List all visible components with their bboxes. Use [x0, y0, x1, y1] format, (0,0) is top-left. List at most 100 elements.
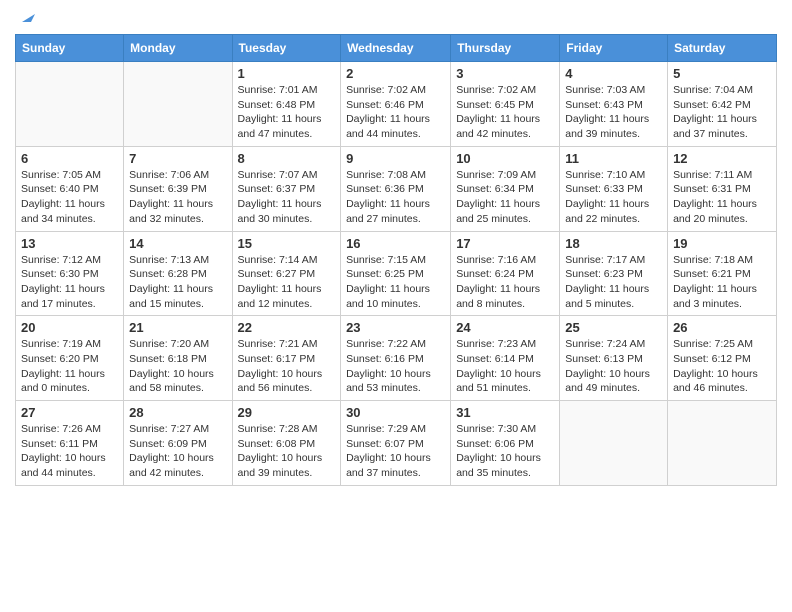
day-info: Sunrise: 7:18 AM Sunset: 6:21 PM Dayligh… [673, 253, 771, 312]
calendar-week-row: 20 Sunrise: 7:19 AM Sunset: 6:20 PM Dayli… [16, 316, 777, 401]
day-number: 5 [673, 66, 771, 81]
day-number: 22 [238, 320, 336, 335]
calendar-cell: 16Sunrise: 7:15 AM Sunset: 6:25 PM Dayli… [341, 231, 451, 316]
calendar-header-row: SundayMondayTuesdayWednesdayThursdayFrid… [16, 35, 777, 62]
calendar-cell: 19Sunrise: 7:18 AM Sunset: 6:21 PM Dayli… [668, 231, 777, 316]
day-number: 14 [129, 236, 226, 251]
day-info: Sunrise: 7:07 AM Sunset: 6:37 PM Dayligh… [238, 168, 336, 227]
day-number: 29 [238, 405, 336, 420]
calendar-cell: 9 Sunrise: 7:08 AM Sunset: 6:36 PM Daylig… [341, 146, 451, 231]
day-info: Sunrise: 7:27 AM Sunset: 6:09 PM Dayligh… [129, 422, 226, 481]
day-info: Sunrise: 7:10 AM Sunset: 6:33 PM Dayligh… [565, 168, 662, 227]
calendar-cell: 1Sunrise: 7:01 AM Sunset: 6:48 PM Daylig… [232, 62, 341, 147]
calendar-cell: 29 Sunrise: 7:28 AM Sunset: 6:08 PM Dayli… [232, 401, 341, 486]
day-info: Sunrise: 7:19 AM Sunset: 6:20 PM Dayligh… [21, 337, 118, 396]
calendar-cell [124, 62, 232, 147]
day-number: 4 [565, 66, 662, 81]
calendar-cell: 28 Sunrise: 7:27 AM Sunset: 6:09 PM Dayli… [124, 401, 232, 486]
calendar-cell: 10 Sunrise: 7:09 AM Sunset: 6:34 PM Dayli… [451, 146, 560, 231]
day-info: Sunrise: 7:22 AM Sunset: 6:16 PM Dayligh… [346, 337, 445, 396]
day-number: 7 [129, 151, 226, 166]
calendar-cell: 30 Sunrise: 7:29 AM Sunset: 6:07 PM Dayli… [341, 401, 451, 486]
calendar-cell: 8 Sunrise: 7:07 AM Sunset: 6:37 PM Daylig… [232, 146, 341, 231]
day-info: Sunrise: 7:13 AM Sunset: 6:28 PM Dayligh… [129, 253, 226, 312]
calendar-cell [560, 401, 668, 486]
calendar-cell: 31 Sunrise: 7:30 AM Sunset: 6:06 PM Dayli… [451, 401, 560, 486]
day-info: Sunrise: 7:11 AM Sunset: 6:31 PM Dayligh… [673, 168, 771, 227]
calendar-cell: 17 Sunrise: 7:16 AM Sunset: 6:24 PM Dayli… [451, 231, 560, 316]
calendar-cell: 13 Sunrise: 7:12 AM Sunset: 6:30 PM Dayli… [16, 231, 124, 316]
day-info: Sunrise: 7:26 AM Sunset: 6:11 PM Dayligh… [21, 422, 118, 481]
day-number: 24 [456, 320, 554, 335]
day-number: 28 [129, 405, 226, 420]
calendar-cell: 12 Sunrise: 7:11 AM Sunset: 6:31 PM Dayli… [668, 146, 777, 231]
calendar-cell: 14 Sunrise: 7:13 AM Sunset: 6:28 PM Dayli… [124, 231, 232, 316]
day-number: 13 [21, 236, 118, 251]
day-info: Sunrise: 7:30 AM Sunset: 6:06 PM Dayligh… [456, 422, 554, 481]
day-number: 31 [456, 405, 554, 420]
calendar-cell: 18Sunrise: 7:17 AM Sunset: 6:23 PM Dayli… [560, 231, 668, 316]
calendar-week-row: 6Sunrise: 7:05 AM Sunset: 6:40 PM Daylig… [16, 146, 777, 231]
day-info: Sunrise: 7:09 AM Sunset: 6:34 PM Dayligh… [456, 168, 554, 227]
day-number: 12 [673, 151, 771, 166]
day-number: 8 [238, 151, 336, 166]
day-header-friday: Friday [560, 35, 668, 62]
calendar-cell: 20 Sunrise: 7:19 AM Sunset: 6:20 PM Dayli… [16, 316, 124, 401]
day-info: Sunrise: 7:06 AM Sunset: 6:39 PM Dayligh… [129, 168, 226, 227]
day-info: Sunrise: 7:05 AM Sunset: 6:40 PM Dayligh… [21, 168, 118, 227]
day-info: Sunrise: 7:12 AM Sunset: 6:30 PM Dayligh… [21, 253, 118, 312]
day-header-monday: Monday [124, 35, 232, 62]
calendar-cell: 22 Sunrise: 7:21 AM Sunset: 6:17 PM Dayli… [232, 316, 341, 401]
calendar-cell [16, 62, 124, 147]
calendar-week-row: 27 Sunrise: 7:26 AM Sunset: 6:11 PM Dayli… [16, 401, 777, 486]
day-info: Sunrise: 7:14 AM Sunset: 6:27 PM Dayligh… [238, 253, 336, 312]
day-number: 25 [565, 320, 662, 335]
day-info: Sunrise: 7:29 AM Sunset: 6:07 PM Dayligh… [346, 422, 445, 481]
day-info: Sunrise: 7:17 AM Sunset: 6:23 PM Dayligh… [565, 253, 662, 312]
calendar-cell: 23 Sunrise: 7:22 AM Sunset: 6:16 PM Dayli… [341, 316, 451, 401]
calendar-cell: 3Sunrise: 7:02 AM Sunset: 6:45 PM Daylig… [451, 62, 560, 147]
calendar-cell: 21Sunrise: 7:20 AM Sunset: 6:18 PM Dayli… [124, 316, 232, 401]
day-info: Sunrise: 7:24 AM Sunset: 6:13 PM Dayligh… [565, 337, 662, 396]
day-info: Sunrise: 7:28 AM Sunset: 6:08 PM Dayligh… [238, 422, 336, 481]
day-header-wednesday: Wednesday [341, 35, 451, 62]
calendar-cell: 25 Sunrise: 7:24 AM Sunset: 6:13 PM Dayli… [560, 316, 668, 401]
day-number: 26 [673, 320, 771, 335]
logo-bird-icon [17, 8, 35, 26]
calendar-cell: 5 Sunrise: 7:04 AM Sunset: 6:42 PM Daylig… [668, 62, 777, 147]
calendar-cell: 6Sunrise: 7:05 AM Sunset: 6:40 PM Daylig… [16, 146, 124, 231]
day-header-thursday: Thursday [451, 35, 560, 62]
day-info: Sunrise: 7:03 AM Sunset: 6:43 PM Dayligh… [565, 83, 662, 142]
calendar-table: SundayMondayTuesdayWednesdayThursdayFrid… [15, 34, 777, 486]
calendar-cell: 2Sunrise: 7:02 AM Sunset: 6:46 PM Daylig… [341, 62, 451, 147]
calendar-cell: 27 Sunrise: 7:26 AM Sunset: 6:11 PM Dayli… [16, 401, 124, 486]
calendar-cell: 11Sunrise: 7:10 AM Sunset: 6:33 PM Dayli… [560, 146, 668, 231]
day-header-saturday: Saturday [668, 35, 777, 62]
calendar-cell: 4 Sunrise: 7:03 AM Sunset: 6:43 PM Daylig… [560, 62, 668, 147]
day-number: 15 [238, 236, 336, 251]
day-info: Sunrise: 7:23 AM Sunset: 6:14 PM Dayligh… [456, 337, 554, 396]
day-number: 23 [346, 320, 445, 335]
day-number: 2 [346, 66, 445, 81]
day-info: Sunrise: 7:20 AM Sunset: 6:18 PM Dayligh… [129, 337, 226, 396]
calendar-week-row: 1Sunrise: 7:01 AM Sunset: 6:48 PM Daylig… [16, 62, 777, 147]
day-info: Sunrise: 7:04 AM Sunset: 6:42 PM Dayligh… [673, 83, 771, 142]
calendar-cell [668, 401, 777, 486]
day-header-tuesday: Tuesday [232, 35, 341, 62]
logo [15, 10, 35, 26]
day-info: Sunrise: 7:25 AM Sunset: 6:12 PM Dayligh… [673, 337, 771, 396]
day-number: 20 [21, 320, 118, 335]
day-number: 10 [456, 151, 554, 166]
day-number: 27 [21, 405, 118, 420]
day-number: 17 [456, 236, 554, 251]
day-number: 30 [346, 405, 445, 420]
day-info: Sunrise: 7:16 AM Sunset: 6:24 PM Dayligh… [456, 253, 554, 312]
day-info: Sunrise: 7:21 AM Sunset: 6:17 PM Dayligh… [238, 337, 336, 396]
day-info: Sunrise: 7:15 AM Sunset: 6:25 PM Dayligh… [346, 253, 445, 312]
day-number: 1 [238, 66, 336, 81]
day-info: Sunrise: 7:08 AM Sunset: 6:36 PM Dayligh… [346, 168, 445, 227]
calendar-cell: 7 Sunrise: 7:06 AM Sunset: 6:39 PM Daylig… [124, 146, 232, 231]
day-number: 9 [346, 151, 445, 166]
day-header-sunday: Sunday [16, 35, 124, 62]
calendar-cell: 26 Sunrise: 7:25 AM Sunset: 6:12 PM Dayli… [668, 316, 777, 401]
